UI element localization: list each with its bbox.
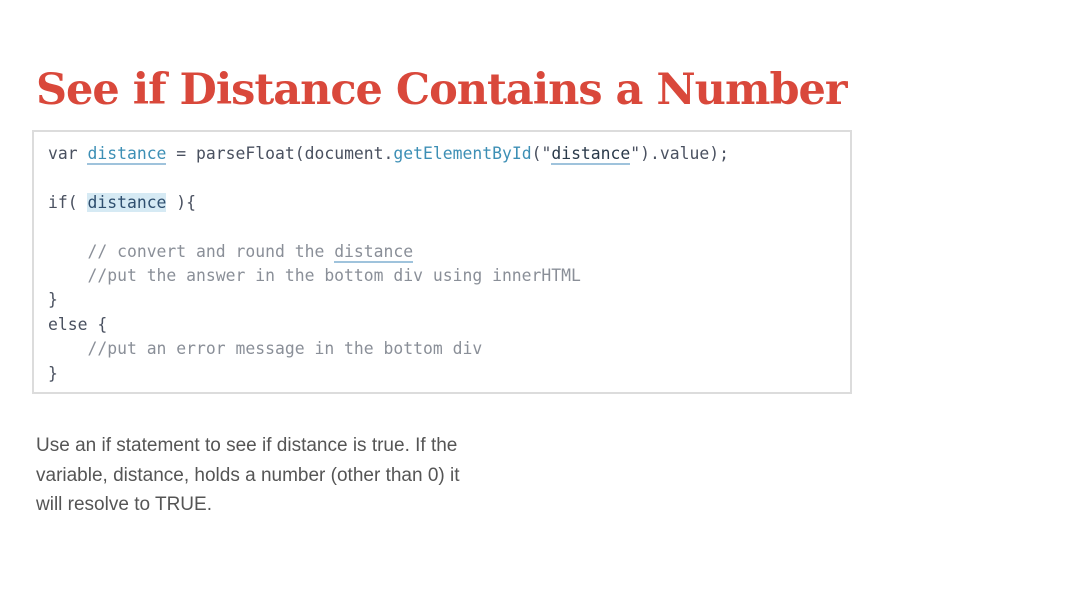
keyword-var: var <box>48 144 78 163</box>
highlighted-identifier-distance: distance <box>87 192 167 212</box>
string-close-value: ").value); <box>630 144 729 163</box>
comment-convert-text: // convert and round the <box>87 241 335 261</box>
comment-error-text: //put an error message in the bottom div <box>87 339 483 359</box>
code-line-close-brace-final: } <box>48 362 729 386</box>
code-line-var-declaration: var distance = parseFloat(document.getEl… <box>48 142 729 166</box>
identifier-distance: distance <box>87 144 167 165</box>
method-get-element-by-id: getElementById <box>393 144 532 163</box>
slide-description: Use an if statement to see if distance i… <box>36 435 460 515</box>
code-line-comment-answer: //put the answer in the bottom div using… <box>48 264 729 288</box>
close-brace: } <box>48 290 58 310</box>
code-line-comment-convert: // convert and round the distance <box>48 240 729 264</box>
slide: See if Distance Contains a Number var di… <box>0 0 1065 605</box>
code-line-comment-error: //put an error message in the bottom div <box>48 337 729 361</box>
code-line-if-statement: if( distance ){ <box>48 191 729 215</box>
slide-title: See if Distance Contains a Number <box>36 65 848 115</box>
comment-answer-text: //put the answer in the bottom div using… <box>87 265 581 285</box>
code-line-else: else { <box>48 313 729 337</box>
close-brace: } <box>48 363 58 383</box>
parse-float-call: parseFloat(document. <box>196 144 394 163</box>
keyword-else: else { <box>48 314 108 334</box>
comment-distance-word: distance <box>334 241 414 263</box>
if-close: ){ <box>166 192 197 212</box>
code-content: var distance = parseFloat(document.getEl… <box>48 142 729 386</box>
string-open: (" <box>531 144 552 163</box>
code-block: var distance = parseFloat(document.getEl… <box>32 130 852 394</box>
assign-operator: = <box>166 144 197 163</box>
string-literal-distance: distance <box>551 144 631 165</box>
code-line-close-brace: } <box>48 288 729 312</box>
keyword-if: if( <box>48 192 78 212</box>
